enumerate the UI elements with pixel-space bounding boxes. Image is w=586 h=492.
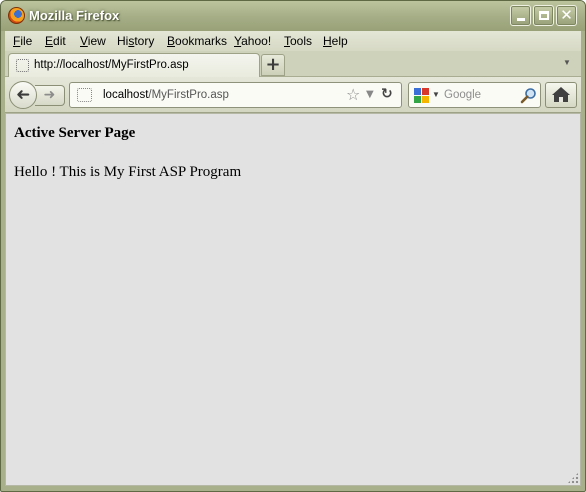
tab-active[interactable]: http://localhost/MyFirstPro.asp (8, 53, 260, 77)
magnifier-icon[interactable] (520, 87, 537, 104)
google-icon[interactable] (414, 88, 429, 103)
menu-bar: File Edit View History Bookmarks Yahoo! … (5, 31, 581, 51)
url-bar[interactable]: localhost/MyFirstPro.asp ☆ ▼ ↻ (69, 82, 402, 108)
firefox-logo-icon (8, 7, 25, 24)
browser-chrome: File Edit View History Bookmarks Yahoo! … (5, 31, 581, 113)
search-bar[interactable]: ▼ Google (408, 82, 541, 108)
menu-view[interactable]: View (80, 34, 106, 48)
search-input[interactable]: Google (444, 89, 481, 101)
url-history-dropdown-icon[interactable]: ▼ (366, 89, 374, 100)
close-icon: ✕ (560, 6, 573, 24)
tab-strip: http://localhost/MyFirstPro.asp + ▼ (5, 51, 581, 77)
back-arrow-icon: ➜ (15, 85, 31, 105)
tab-title: http://localhost/MyFirstPro.asp (34, 59, 189, 71)
page-body-text: Hello ! This is My First ASP Program (14, 164, 242, 180)
star-icon[interactable]: ☆ (346, 85, 360, 104)
menu-tools[interactable]: Tools (284, 34, 312, 48)
page-favicon-icon (16, 59, 29, 72)
forward-arrow-icon: ➜ (43, 87, 56, 103)
forward-button[interactable]: ➜ (35, 85, 65, 106)
window-title: Mozilla Firefox (29, 8, 120, 23)
maximize-button[interactable] (533, 5, 554, 26)
back-button[interactable]: ➜ (9, 81, 37, 109)
menu-yahoo[interactable]: Yahoo! (234, 34, 271, 48)
resize-grip-icon[interactable] (567, 472, 579, 484)
minimize-button[interactable] (510, 5, 531, 26)
menu-bookmarks[interactable]: Bookmarks (167, 34, 227, 48)
tab-list-dropdown-icon[interactable]: ▼ (563, 58, 571, 67)
site-identity-icon[interactable] (77, 88, 92, 102)
page-content: Active Server Page Hello ! This is My Fi… (5, 113, 581, 486)
maximize-icon (539, 11, 549, 20)
reload-icon[interactable]: ↻ (381, 86, 393, 102)
browser-window: Mozilla Firefox ✕ File Edit View History… (0, 0, 586, 492)
close-button[interactable]: ✕ (556, 5, 577, 26)
page-heading: Active Server Page (14, 125, 136, 141)
minimize-icon (517, 18, 525, 21)
menu-edit[interactable]: Edit (45, 34, 66, 48)
url-input[interactable]: localhost/MyFirstPro.asp (103, 89, 229, 101)
home-icon (552, 87, 570, 102)
navigation-toolbar: ➜ ➜ localhost/MyFirstPro.asp ☆ ▼ ↻ ▼ Goo… (5, 77, 581, 113)
menu-history[interactable]: History (117, 34, 154, 48)
engine-dropdown-icon[interactable]: ▼ (432, 90, 440, 99)
new-tab-button[interactable]: + (261, 54, 285, 76)
home-button[interactable] (545, 82, 577, 108)
menu-file[interactable]: File (13, 34, 32, 48)
title-bar[interactable]: Mozilla Firefox ✕ (1, 1, 585, 31)
menu-help[interactable]: Help (323, 34, 348, 48)
